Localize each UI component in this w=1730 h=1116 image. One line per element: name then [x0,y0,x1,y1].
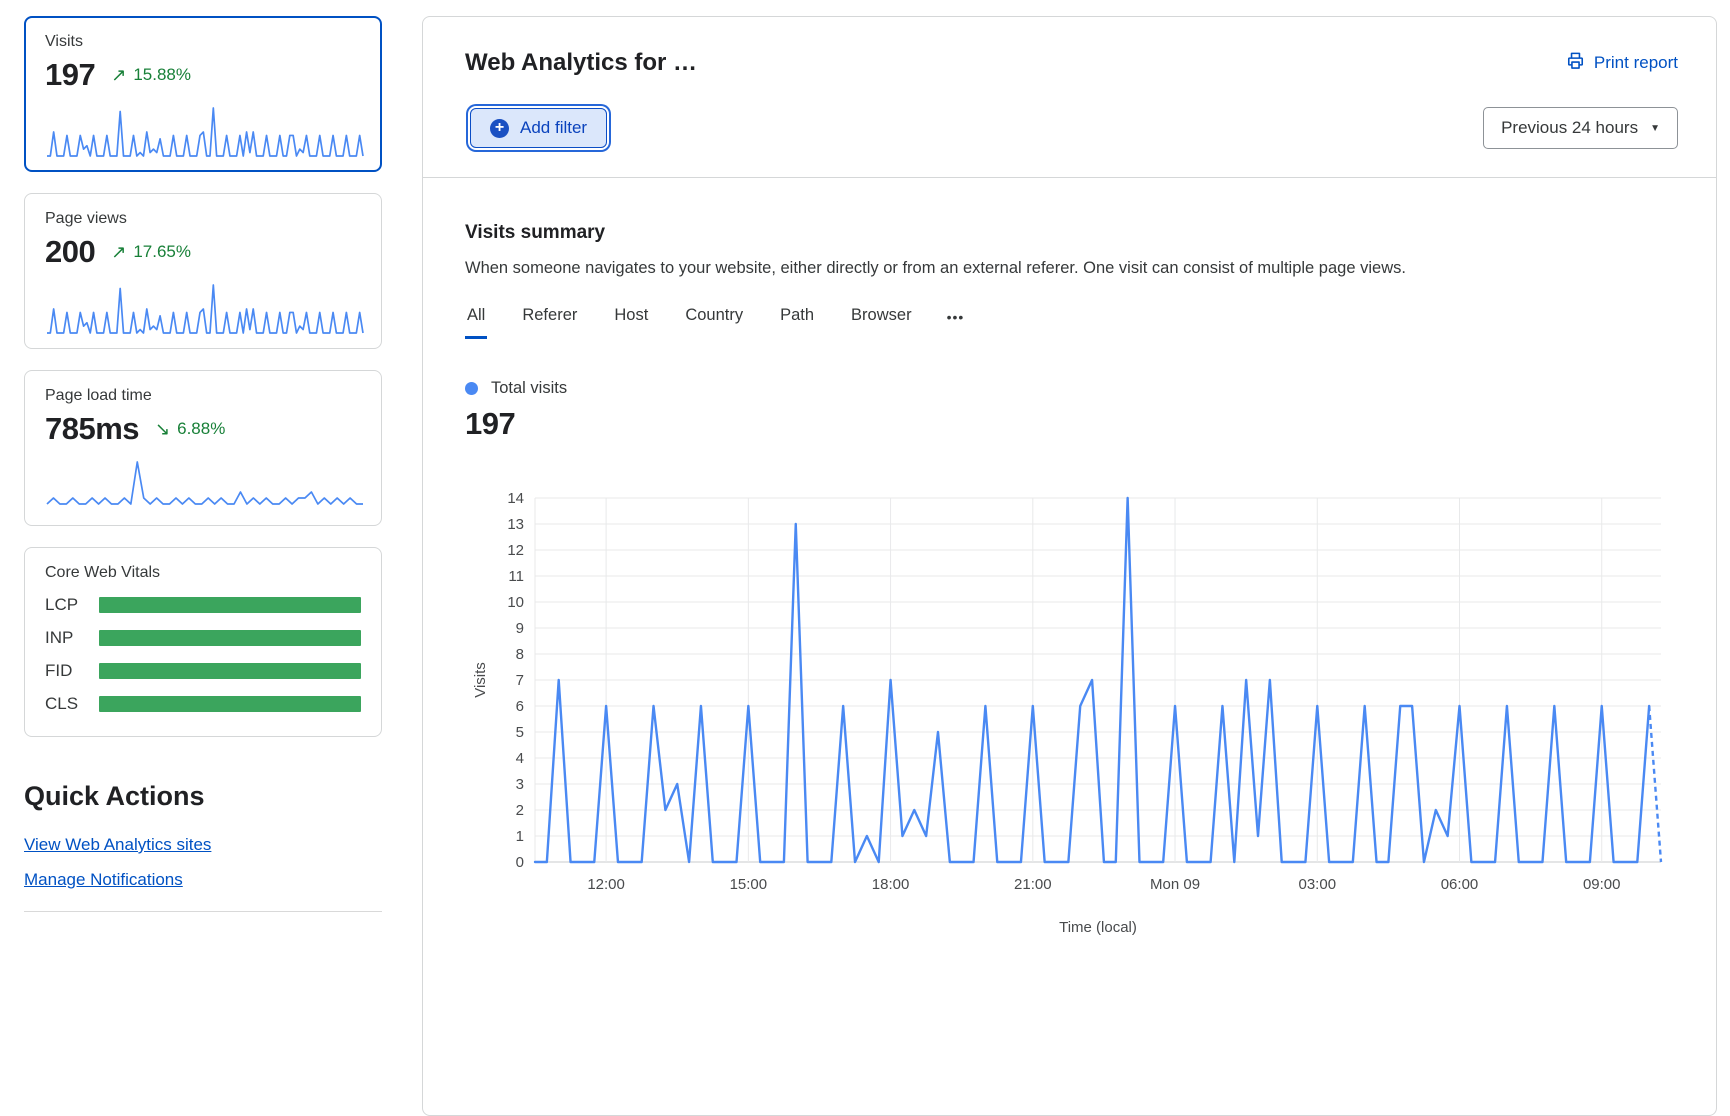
visits-line-chart: 0123456789101112131412:0015:0018:0021:00… [465,484,1676,944]
svg-text:0: 0 [516,854,524,871]
plus-circle-icon: + [490,119,509,138]
cwv-bar-inp [99,630,361,646]
visits-summary-heading: Visits summary [465,222,1676,244]
pageviews-card-value: 200 [45,234,95,270]
svg-text:Mon 09: Mon 09 [1150,876,1200,893]
cwv-label-lcp: LCP [45,595,99,615]
pageload-card-value: 785ms [45,411,139,447]
cwv-bar-cls [99,696,361,712]
svg-text:Time (local): Time (local) [1059,919,1137,936]
pageload-metric-card[interactable]: Page load time 785ms ↘ 6.88% [24,370,382,526]
visits-trend-value: 15.88% [133,65,191,85]
visits-summary-description: When someone navigates to your website, … [465,259,1676,278]
core-web-vitals-title: Core Web Vitals [45,564,361,582]
trend-up-icon: ↗ [111,66,126,84]
visits-card-value: 197 [45,57,95,93]
cwv-label-cls: CLS [45,694,99,714]
trend-down-icon: ↘ [155,420,170,438]
core-web-vitals-card[interactable]: Core Web Vitals LCP INP FID CLS [24,547,382,737]
visits-summary-section: Visits summary When someone navigates to… [423,178,1716,944]
print-report-button[interactable]: Print report [1566,51,1678,75]
legend-dot-icon [465,382,478,395]
svg-text:6: 6 [516,698,524,715]
manage-notifications-link[interactable]: Manage Notifications [24,871,183,890]
visits-metric-card[interactable]: Visits 197 ↗ 15.88% [24,16,382,172]
dimension-tabs: All Referer Host Country Path Browser ••… [465,306,1676,339]
total-visits-value: 197 [465,406,1676,442]
pageviews-card-title: Page views [45,210,361,228]
panel-header: Web Analytics for … Print report + Add f… [423,17,1716,178]
svg-text:09:00: 09:00 [1583,876,1621,893]
tab-browser[interactable]: Browser [849,306,914,339]
more-tabs-ellipsis-icon[interactable]: ••• [947,309,965,339]
cwv-bar-fid [99,663,361,679]
view-web-analytics-sites-link[interactable]: View Web Analytics sites [24,836,211,855]
tab-referer[interactable]: Referer [520,306,579,339]
cwv-bar-lcp [99,597,361,613]
trend-up-icon: ↗ [111,243,126,261]
web-analytics-panel: Web Analytics for … Print report + Add f… [422,16,1717,1116]
quick-actions-heading: Quick Actions [24,781,406,812]
pageload-trend-value: 6.88% [177,419,225,439]
tab-host[interactable]: Host [612,306,650,339]
cwv-row-lcp: LCP [45,595,361,615]
add-filter-label: Add filter [520,118,587,138]
chevron-down-icon: ▼ [1650,123,1660,134]
svg-text:13: 13 [507,516,524,533]
svg-text:7: 7 [516,672,524,689]
svg-text:5: 5 [516,724,524,741]
svg-text:4: 4 [516,750,524,767]
svg-text:Visits: Visits [472,662,489,698]
svg-text:11: 11 [508,568,524,585]
add-filter-button[interactable]: + Add filter [470,108,607,148]
svg-text:3: 3 [516,776,524,793]
svg-text:2: 2 [516,802,524,819]
svg-text:14: 14 [507,490,524,507]
svg-text:21:00: 21:00 [1014,876,1052,893]
cwv-row-cls: CLS [45,694,361,714]
tab-all[interactable]: All [465,306,487,339]
svg-text:8: 8 [516,646,524,663]
svg-text:06:00: 06:00 [1441,876,1479,893]
visits-sparkline [45,101,361,159]
tab-country[interactable]: Country [683,306,745,339]
svg-text:03:00: 03:00 [1299,876,1337,893]
time-range-dropdown[interactable]: Previous 24 hours ▼ [1483,107,1678,149]
chart-legend: Total visits [465,379,1676,398]
svg-text:9: 9 [516,620,524,637]
pageload-sparkline [45,455,361,513]
svg-text:18:00: 18:00 [872,876,910,893]
cwv-label-fid: FID [45,661,99,681]
cwv-label-inp: INP [45,628,99,648]
pageviews-metric-card[interactable]: Page views 200 ↗ 17.65% [24,193,382,349]
visits-card-title: Visits [45,33,361,51]
cwv-row-fid: FID [45,661,361,681]
metrics-sidebar: Visits 197 ↗ 15.88% Page views 200 ↗ 17.… [0,0,406,988]
time-range-value: Previous 24 hours [1501,118,1638,138]
pageload-card-title: Page load time [45,387,361,405]
printer-icon [1566,51,1585,75]
svg-text:12:00: 12:00 [587,876,625,893]
tab-path[interactable]: Path [778,306,816,339]
svg-text:10: 10 [507,594,524,611]
cwv-row-inp: INP [45,628,361,648]
svg-text:15:00: 15:00 [730,876,768,893]
visits-trend: ↗ 15.88% [111,65,191,85]
svg-text:12: 12 [507,542,524,559]
page-title: Web Analytics for … [465,49,697,77]
print-report-label: Print report [1594,53,1678,73]
pageviews-trend-value: 17.65% [133,242,191,262]
legend-label: Total visits [491,379,567,398]
pageviews-sparkline [45,278,361,336]
sidebar-divider [24,911,382,912]
svg-text:1: 1 [516,828,524,845]
pageload-trend: ↘ 6.88% [155,419,225,439]
pageviews-trend: ↗ 17.65% [111,242,191,262]
